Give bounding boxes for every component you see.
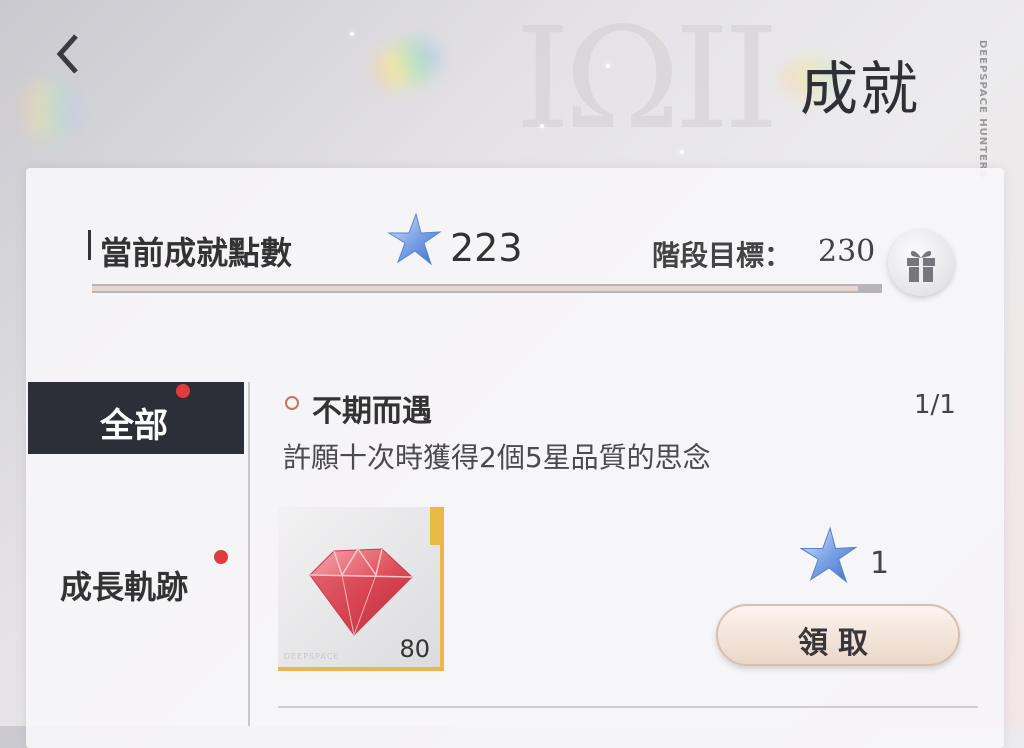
page-title: 成就 bbox=[800, 55, 921, 123]
chevron-left-icon bbox=[56, 34, 78, 74]
row-divider bbox=[278, 706, 978, 708]
points-reward-value: 1 bbox=[870, 546, 890, 581]
points-progress-fill bbox=[92, 286, 859, 291]
gem-icon bbox=[309, 547, 413, 636]
sparkle bbox=[606, 64, 610, 68]
reward-brand: DEEPSPACE bbox=[284, 652, 340, 661]
rainbow-glow bbox=[20, 80, 80, 140]
reward-item-card[interactable]: DEEPSPACE 80 bbox=[278, 507, 444, 671]
back-button[interactable] bbox=[50, 30, 90, 80]
sparkle bbox=[540, 124, 544, 128]
tab-all[interactable]: 全部 bbox=[28, 382, 244, 454]
brand-watermark: DEEPSPACE HUNTERS bbox=[977, 40, 988, 179]
achievement-points-label: 當前成就點數 bbox=[100, 234, 293, 272]
claim-button[interactable]: 領取 bbox=[716, 604, 960, 666]
achievement-title: 不期而遇 bbox=[312, 394, 432, 429]
reward-count: 80 bbox=[399, 635, 430, 663]
background-deco-letters: ΙΩΙΙ bbox=[515, 0, 779, 161]
sparkle bbox=[680, 150, 684, 154]
points-progress-bar bbox=[92, 284, 882, 293]
achievement-description: 許願十次時獲得2個5星品質的思念 bbox=[283, 441, 711, 474]
title-accent-bar bbox=[88, 230, 91, 260]
stage-reward-button[interactable] bbox=[888, 230, 954, 296]
star-icon bbox=[799, 526, 858, 584]
notification-dot bbox=[214, 550, 228, 564]
sidebar-divider bbox=[248, 382, 250, 726]
achievement-points-value: 223 bbox=[450, 226, 523, 270]
rainbow-glow bbox=[366, 31, 448, 97]
tab-all-label: 全部 bbox=[100, 406, 168, 446]
notification-dot bbox=[176, 384, 190, 398]
tab-growth-track[interactable]: 成長軌跡 bbox=[60, 562, 188, 608]
claim-button-label: 領取 bbox=[798, 626, 878, 661]
star-icon bbox=[387, 212, 442, 266]
reward-tag bbox=[430, 507, 444, 545]
achievement-progress: 1/1 bbox=[914, 390, 956, 420]
stage-goal-label: 階段目標： bbox=[652, 239, 793, 272]
gift-icon bbox=[907, 251, 935, 282]
achievement-bullet bbox=[285, 396, 299, 410]
sparkle bbox=[350, 32, 354, 36]
stage-goal-value: 230 bbox=[818, 234, 876, 269]
